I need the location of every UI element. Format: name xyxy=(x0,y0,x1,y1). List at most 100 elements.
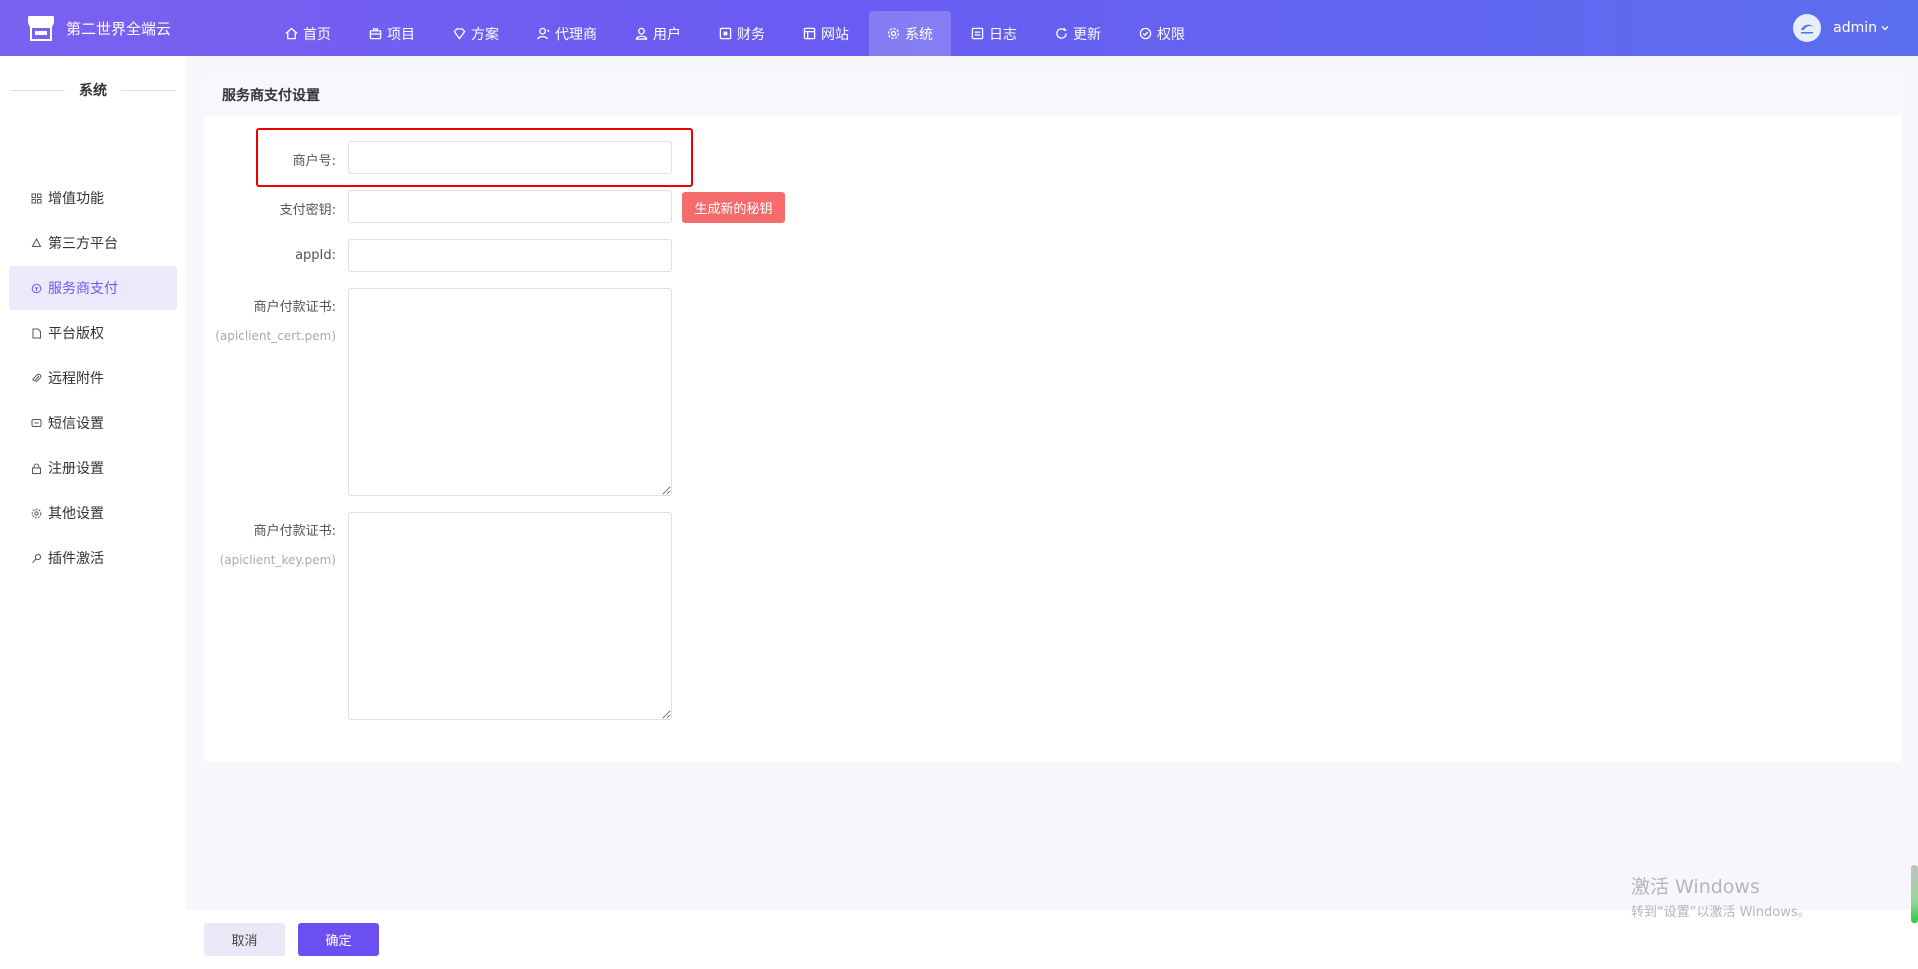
key-textarea[interactable] xyxy=(348,512,672,720)
sidebar-item-third-party[interactable]: 第三方平台 xyxy=(9,221,177,265)
grid-icon xyxy=(31,193,42,203)
finance-icon xyxy=(719,27,732,40)
home-icon xyxy=(285,27,298,40)
main-nav: 首页 项目 方案 代理商 用户 财务 网站 系统 日志 更新 权限 xyxy=(267,11,1205,56)
appid-row: appId: xyxy=(204,240,336,263)
sidebar-item-remote-attachment[interactable]: 远程附件 xyxy=(9,356,177,400)
sidebar-item-copyright[interactable]: 平台版权 xyxy=(9,311,177,355)
nav-label: 代理商 xyxy=(555,26,597,43)
sidebar-item-sms[interactable]: 短信设置 xyxy=(9,401,177,445)
appid-label: appId: xyxy=(295,248,336,263)
nav-agents[interactable]: 代理商 xyxy=(519,11,615,56)
sidebar-item-label: 第三方平台 xyxy=(48,236,118,252)
sidebar-item-label: 短信设置 xyxy=(48,416,104,432)
watermark-subtitle: 转到“设置”以激活 Windows。 xyxy=(1631,905,1811,920)
sidebar-item-label: 平台版权 xyxy=(48,326,104,342)
sidebar-item-label: 其他设置 xyxy=(48,506,104,522)
sidebar-item-register[interactable]: 注册设置 xyxy=(9,446,177,490)
app-name: 第二世界全端云 xyxy=(66,19,172,38)
sidebar-item-label: 增值功能 xyxy=(48,191,104,207)
log-icon xyxy=(971,27,984,40)
nav-system[interactable]: 系统 xyxy=(869,11,951,56)
username: admin xyxy=(1833,20,1877,36)
user-menu[interactable]: admin xyxy=(1793,14,1890,42)
windows-activation-watermark: 激活 Windows 转到“设置”以激活 Windows。 xyxy=(1631,872,1811,920)
cert-row: 商户付款证书: (apiclient_cert.pem) xyxy=(204,288,336,343)
sidebar-menu: 增值功能 第三方平台 服务商支付 平台版权 远程附件 短信设置 注册设置 其他设… xyxy=(9,176,177,581)
key-icon xyxy=(32,553,42,563)
key-label: 商户付款证书: (apiclient_key.pem) xyxy=(204,512,336,567)
sidebar-item-service-pay[interactable]: 服务商支付 xyxy=(9,266,177,310)
nav-label: 日志 xyxy=(989,26,1017,43)
layout-icon xyxy=(803,27,816,40)
sidebar-item-label: 服务商支付 xyxy=(48,281,118,297)
sidebar-item-value-added[interactable]: 增值功能 xyxy=(9,176,177,220)
secret-row: 支付密钥: xyxy=(204,191,336,218)
recycle-icon xyxy=(31,237,42,247)
sidebar-item-other[interactable]: 其他设置 xyxy=(9,491,177,535)
sidebar-item-label: 远程附件 xyxy=(48,371,104,387)
scrollbar-thumb[interactable] xyxy=(1911,865,1918,923)
nav-users[interactable]: 用户 xyxy=(617,11,699,56)
nav-label: 更新 xyxy=(1073,26,1101,43)
nav-update[interactable]: 更新 xyxy=(1037,11,1119,56)
nav-label: 网站 xyxy=(821,26,849,43)
message-icon xyxy=(31,418,42,427)
cert-label-text: 商户付款证书: xyxy=(253,300,336,315)
refresh-icon xyxy=(1056,27,1067,39)
pay-icon xyxy=(31,283,42,293)
gear-icon xyxy=(887,27,900,40)
generate-secret-button[interactable]: 生成新的秘钥 xyxy=(682,192,785,223)
cert-hint: (apiclient_cert.pem) xyxy=(215,329,336,343)
users-icon xyxy=(635,27,648,40)
confirm-button[interactable]: 确定 xyxy=(298,923,379,956)
key-row: 商户付款证书: (apiclient_key.pem) xyxy=(204,512,336,567)
lock-icon xyxy=(32,463,41,474)
nav-finance[interactable]: 财务 xyxy=(701,11,783,56)
sidebar-item-plugin-activate[interactable]: 插件激活 xyxy=(9,536,177,580)
avatar-logo-icon xyxy=(1801,24,1814,34)
sidebar-title: 系统 xyxy=(10,80,176,100)
top-header: 第二世界全端云 首页 项目 方案 代理商 用户 财务 网站 系统 日志 更新 权… xyxy=(0,0,1918,56)
appid-input[interactable] xyxy=(348,239,672,272)
cert-textarea[interactable] xyxy=(348,288,672,496)
nav-label: 权限 xyxy=(1157,26,1185,43)
paperclip-icon xyxy=(32,373,42,382)
nav-label: 方案 xyxy=(471,26,499,43)
merchant-id-input[interactable] xyxy=(348,141,672,174)
sidebar-item-label: 注册设置 xyxy=(48,461,104,477)
diamond-icon xyxy=(453,28,466,40)
nav-label: 系统 xyxy=(905,26,933,43)
store-logo-icon xyxy=(28,16,54,41)
nav-logs[interactable]: 日志 xyxy=(953,11,1035,56)
nav-plans[interactable]: 方案 xyxy=(435,11,517,56)
nav-projects[interactable]: 项目 xyxy=(351,11,433,56)
nav-label: 用户 xyxy=(653,26,681,43)
key-label-text: 商户付款证书: xyxy=(253,524,336,539)
gear-icon xyxy=(31,508,42,518)
watermark-title: 激活 Windows xyxy=(1631,876,1760,898)
card-title: 服务商支付设置 xyxy=(204,74,1902,116)
agent-icon xyxy=(537,27,550,40)
key-hint: (apiclient_key.pem) xyxy=(219,553,336,567)
settings-card: 服务商支付设置 商户号: 支付密钥: 生成新的秘钥 appId: 商户付款证书:… xyxy=(204,74,1902,762)
nav-label: 首页 xyxy=(303,26,331,43)
cancel-button[interactable]: 取消 xyxy=(204,923,285,956)
merchant-label: 商户号: xyxy=(292,154,336,169)
secret-label: 支付密钥: xyxy=(279,203,336,218)
nav-home[interactable]: 首页 xyxy=(267,11,349,56)
shield-check-icon xyxy=(1139,27,1152,40)
document-icon xyxy=(32,328,41,338)
nav-label: 财务 xyxy=(737,26,765,43)
nav-permissions[interactable]: 权限 xyxy=(1121,11,1203,56)
merchant-row: 商户号: xyxy=(204,142,336,169)
nav-website[interactable]: 网站 xyxy=(785,11,867,56)
cert-label: 商户付款证书: (apiclient_cert.pem) xyxy=(204,288,336,343)
sidebar: 系统 增值功能 第三方平台 服务商支付 平台版权 远程附件 短信设置 注册设置 xyxy=(0,56,186,969)
avatar xyxy=(1793,14,1822,42)
pay-secret-input[interactable] xyxy=(348,190,672,223)
briefcase-icon xyxy=(369,28,382,40)
nav-label: 项目 xyxy=(387,26,415,43)
sidebar-item-label: 插件激活 xyxy=(48,551,104,567)
brand[interactable]: 第二世界全端云 xyxy=(26,14,171,42)
